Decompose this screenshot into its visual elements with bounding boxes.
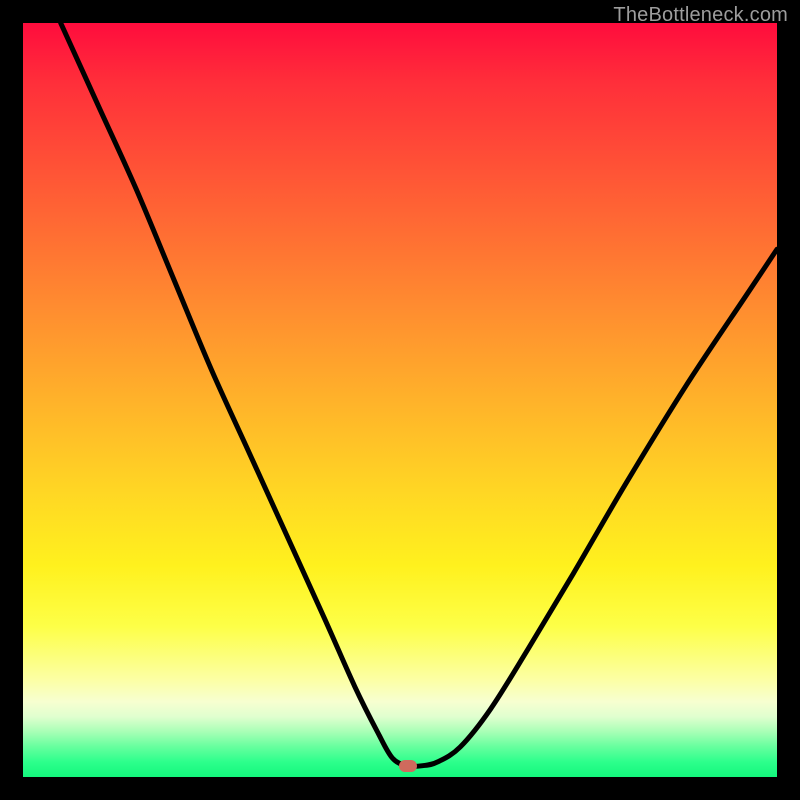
bottleneck-curve [23,23,777,777]
chart-frame: TheBottleneck.com [0,0,800,800]
plot-area [23,23,777,777]
optimal-point-marker [399,760,417,772]
watermark-text: TheBottleneck.com [613,4,788,27]
